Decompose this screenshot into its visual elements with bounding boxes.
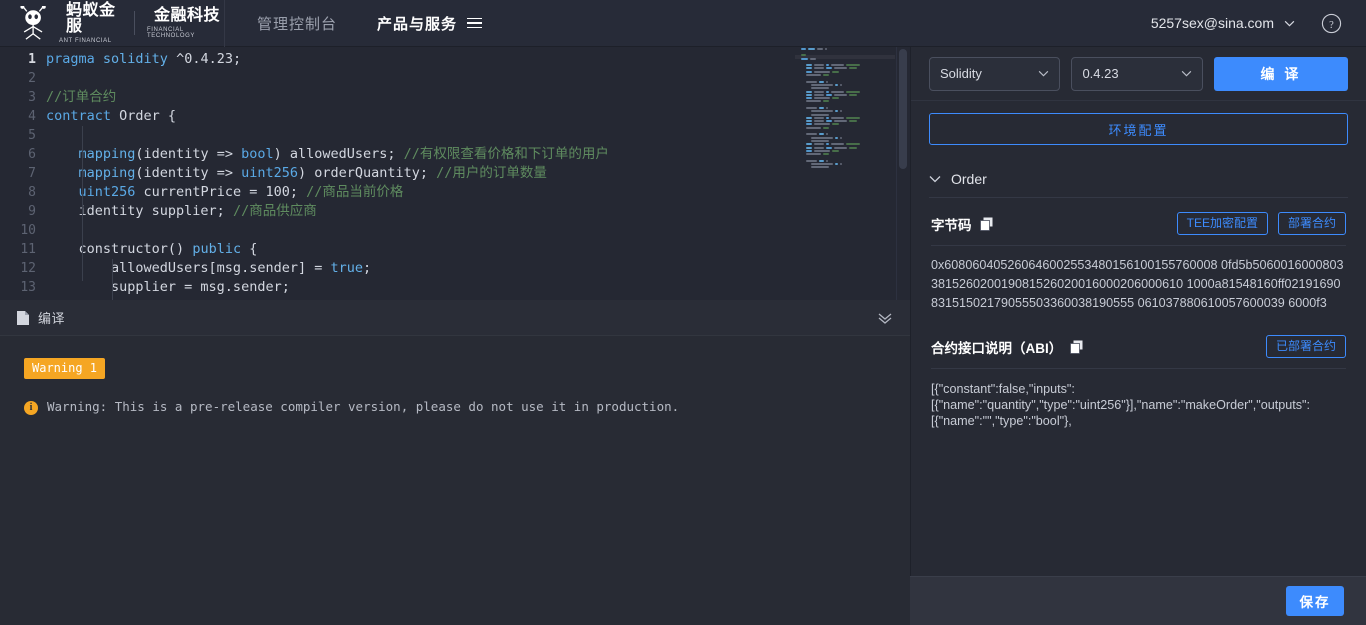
abi-actions: 已部署合约 [1265,335,1346,358]
tee-encrypt-config-button[interactable]: TEE加密配置 [1176,212,1268,235]
chevron-down-icon [1181,70,1192,77]
nav-item-console[interactable]: 管理控制台 [257,13,337,34]
line-number: 2 [28,71,36,86]
code-line: identity supplier; //商品供应商 [46,203,317,219]
copy-icon[interactable] [979,217,993,231]
compile-button[interactable]: 编 译 [1213,56,1348,91]
chevron-down-icon[interactable] [1284,20,1295,27]
version-select-value: 0.4.23 [1082,66,1119,81]
abi-value: [{"constant":false,"inputs": [{"name":"q… [931,382,1311,428]
compile-output-pane: 编译 Warning 1 i Warning: This is a pre-re… [0,300,910,625]
right-panel: Solidity 0.4.23 编 译 环境配置 Order 字节码 TEE加密… [910,47,1366,625]
bytecode-value: 0x60806040526064600255348015610015576000… [931,258,1344,310]
brand-logo[interactable]: 蚂蚁金服 ANT FINANCIAL 金融科技 FINANCIAL TECHNO… [0,0,222,47]
warning-info-icon: i [24,401,38,415]
minimap-line [795,166,895,169]
line-number: 7 [28,166,36,181]
bytecode-actions: TEE加密配置 部署合约 [1176,212,1346,235]
bytecode-header: 字节码 TEE加密配置 部署合约 [931,212,1346,235]
brand-name-en: ANT FINANCIAL [59,37,112,44]
warning-row: i Warning: This is a pre-release compile… [24,399,886,415]
header-right-group: 5257sex@sina.com ? [1151,0,1366,47]
code-line: contract Order { [46,108,177,124]
compile-output-title: 编译 [38,311,66,326]
app-root: 蚂蚁金服 ANT FINANCIAL 金融科技 FINANCIAL TECHNO… [0,0,1366,625]
line-number: 4 [28,109,36,124]
line-number: 1 [28,52,36,67]
line-number: 6 [28,147,36,162]
code-area[interactable]: 1 2 3 4 5 6 7 8 9 10 11 12 13 pragma solidity ^0.4.2… [0,47,795,300]
line-number: 3 [28,90,36,105]
code-line: pragma solidity ^0.4.23; [46,51,242,67]
line-number: 9 [28,204,36,219]
header-divider [224,0,225,47]
code-line: allowedUsers[msg.sender] = true; [46,260,372,276]
line-number: 13 [20,280,36,295]
code-text[interactable]: pragma solidity ^0.4.23; //订单合约 contract … [46,47,795,300]
brand-name-cn: 蚂蚁金服 [66,1,116,35]
collapse-chevron-icon[interactable] [876,312,894,324]
nav-item-products[interactable]: 产品与服务 [377,13,483,34]
save-button[interactable]: 保存 [1286,586,1344,616]
code-line: supplier = msg.sender; [46,279,290,295]
env-config-button[interactable]: 环境配置 [929,113,1348,145]
contract-name-label: Order [951,171,987,187]
indent-guide-2 [112,259,113,300]
code-line: //订单合约 [46,89,117,105]
line-number: 8 [28,185,36,200]
language-select-value: Solidity [940,66,982,81]
env-config-row: 环境配置 [911,101,1366,159]
footer-bar: 保存 [910,576,1366,625]
indent-guide [82,126,83,281]
user-email-label[interactable]: 5257sex@sina.com [1151,15,1274,31]
abi-header: 合约接口说明（ABI） 已部署合约 [931,335,1346,358]
code-line: uint256 currentPrice = 100; //商品当前价格 [78,184,404,200]
code-line: mapping(identity => uint256) orderQuanti… [78,165,547,181]
main-nav: 管理控制台 产品与服务 [257,0,522,47]
brand2-name-en: FINANCIAL TECHNOLOGY [147,26,196,39]
warning-count-badge[interactable]: Warning 1 [24,358,106,379]
code-line: mapping(identity => bool) allowedUsers; … [78,146,609,162]
version-select[interactable]: 0.4.23 [1071,56,1203,91]
svg-text:?: ? [1329,19,1334,30]
contract-section-header[interactable]: Order [911,159,1366,197]
compile-output-header: 编译 [0,300,910,336]
line-number: 5 [28,128,36,143]
editor-scrollbar-thumb[interactable] [899,49,907,169]
brand-divider [134,11,136,35]
language-select[interactable]: Solidity [929,56,1061,91]
help-icon[interactable]: ? [1321,13,1342,34]
code-line: constructor() public { [46,241,258,257]
ant-financial-logo-icon [20,6,46,40]
compile-output-body: Warning 1 i Warning: This is a pre-relea… [0,336,910,437]
chevron-down-icon [1039,70,1049,77]
hamburger-menu-icon[interactable] [467,17,483,29]
line-number: 11 [20,242,36,257]
compiler-toolbar: Solidity 0.4.23 编 译 [911,47,1366,101]
abi-title: 合约接口说明（ABI） [931,340,1063,356]
document-icon [17,310,29,325]
line-number: 10 [20,223,36,238]
deploy-contract-button[interactable]: 部署合约 [1277,212,1346,235]
top-header-bar: 蚂蚁金服 ANT FINANCIAL 金融科技 FINANCIAL TECHNO… [0,0,1366,47]
bytecode-title: 字节码 [931,217,972,233]
copy-icon[interactable] [1070,340,1083,354]
abi-block: 合约接口说明（ABI） 已部署合约 [{"constant":false,"in… [911,317,1366,433]
code-minimap[interactable] [795,47,895,300]
line-number-gutter: 1 2 3 4 5 6 7 8 9 10 11 12 13 [0,47,46,300]
brand2-name-cn: 金融科技 [154,6,221,24]
nav-item-products-label: 产品与服务 [377,15,458,33]
warning-message: Warning: This is a pre-release compiler … [47,399,680,414]
code-editor-pane[interactable]: 1 2 3 4 5 6 7 8 9 10 11 12 13 pragma solidity ^0.4.2… [0,47,910,300]
deployed-contract-button[interactable]: 已部署合约 [1265,335,1346,358]
line-number: 12 [20,261,36,276]
bytecode-block: 字节码 TEE加密配置 部署合约 0x608060405260646002553… [911,198,1366,317]
chevron-down-icon [929,176,941,183]
